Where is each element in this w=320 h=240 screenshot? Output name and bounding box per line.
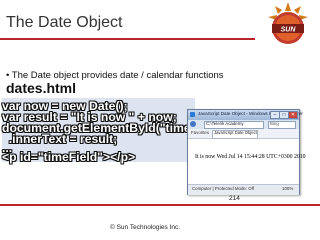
ie-icon — [190, 112, 195, 117]
address-text: C:\Telerik Academy — [206, 121, 244, 126]
footer-divider — [0, 204, 320, 206]
code-line: <p id="timeField"></p> — [2, 150, 136, 164]
browser-tab-title: JavaScript Date Object — [214, 130, 257, 135]
code-block: var now = new Date(); var result = "It i… — [2, 98, 229, 164]
title-divider — [0, 38, 255, 40]
status-text: Computer | Protected Mode: Off — [192, 186, 255, 191]
sun-technologies-logo: SUN — [268, 2, 308, 44]
footer-copyright: © Sun Technologies Inc. — [110, 224, 181, 231]
back-arrow-icon[interactable] — [190, 121, 196, 127]
time-field: It is now Wed Jul 14 15:44:28 UTC+0300 2… — [195, 154, 306, 160]
favorites-button[interactable]: Favorites — [191, 130, 209, 135]
browser-window: JavaScript Date Object - Windows Interne… — [187, 109, 306, 195]
svg-text:SUN: SUN — [281, 27, 297, 34]
close-button[interactable]: ✕ — [288, 111, 298, 119]
page-content — [188, 139, 299, 184]
code-line: .innerText = result; — [2, 132, 118, 146]
page-number: 214 — [229, 195, 240, 202]
file-name: dates.html — [6, 80, 77, 96]
slide-title: The Date Object — [6, 14, 123, 31]
search-placeholder: Bing — [270, 121, 279, 126]
zoom-level[interactable]: 100% — [282, 186, 293, 191]
